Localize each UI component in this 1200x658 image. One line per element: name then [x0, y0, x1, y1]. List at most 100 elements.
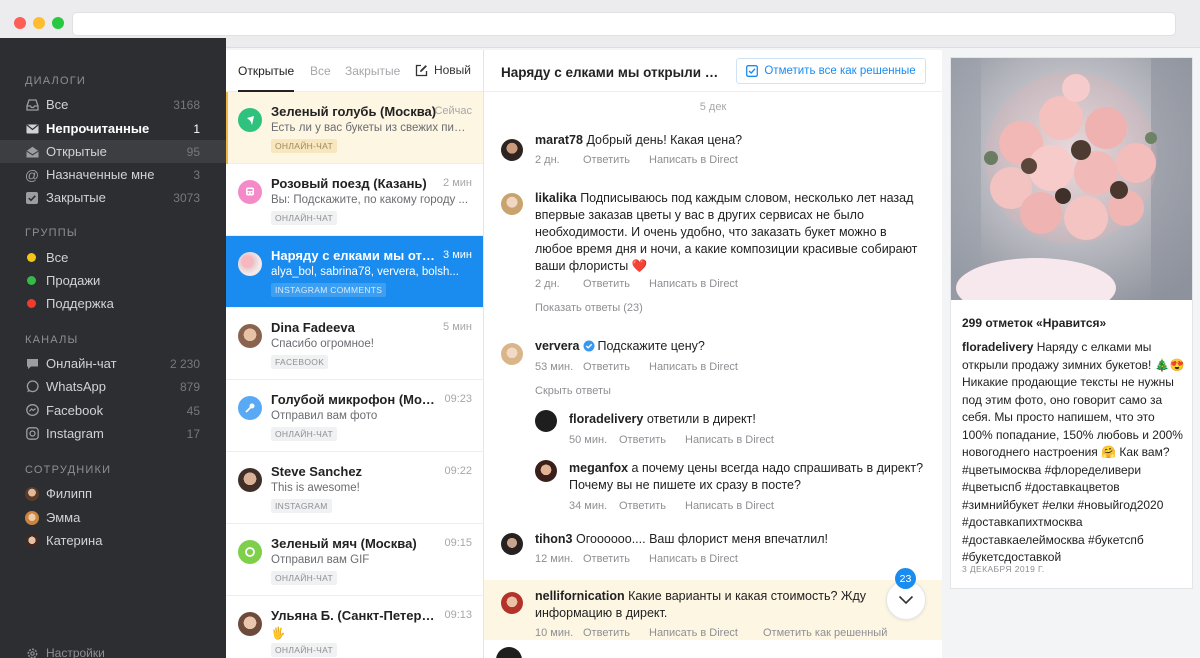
comment-username: marat78 — [535, 133, 583, 147]
sidebar-item-label: Все — [46, 97, 69, 112]
at-icon: @ — [24, 166, 40, 183]
direct-link[interactable]: Написать в Direct — [649, 553, 738, 565]
verified-badge-icon — [583, 340, 594, 352]
direct-link[interactable]: Написать в Direct — [649, 361, 738, 373]
sidebar-item-unread[interactable]: Непрочитанные 1 — [0, 117, 226, 140]
avatar — [238, 612, 262, 636]
conversation-preview: 🖐 — [271, 628, 286, 640]
conversation-item[interactable]: Голубой микрофон (Москва) 09:23 Отправил… — [226, 380, 483, 452]
conversation-item[interactable]: Розовый поезд (Казань) 2 мин Вы: Подскаж… — [226, 164, 483, 236]
comment: ververa Подскажите цену? 53 мин. Ответить… — [484, 338, 942, 408]
hide-replies-link[interactable]: Скрыть ответы — [535, 385, 611, 397]
comment: marat78 Добрый день! Какая цена? 2 дн. О… — [484, 130, 942, 175]
mark-all-resolved-button[interactable]: Отметить все как решенные — [736, 58, 926, 84]
gear-icon — [25, 646, 39, 658]
sidebar-item-closed[interactable]: Закрытые 3073 — [0, 186, 226, 209]
conversation-preview: Отправил вам фото — [271, 410, 378, 422]
sidebar-item-count: 17 — [186, 426, 200, 441]
close-window-button[interactable] — [14, 17, 26, 29]
group-color-dot — [27, 253, 36, 262]
sidebar-item-label: Instagram — [46, 426, 104, 441]
conversation-item[interactable]: Dina Fadeeva 5 мин Спасибо огромное! FAC… — [226, 308, 483, 380]
chat-widget-avatar — [238, 108, 262, 132]
new-conversation-button[interactable]: Новый — [415, 63, 471, 77]
sidebar-item-open[interactable]: Открытые 95 — [0, 140, 226, 163]
tab-open[interactable]: Открытые — [238, 64, 294, 78]
show-replies-link[interactable]: Показать ответы (23) — [535, 302, 643, 314]
reply-link[interactable]: Ответить — [583, 553, 649, 565]
comment: tihon3 Огоооооо.... Ваш флорист меня впе… — [484, 530, 942, 570]
date-separator: 5 дек — [699, 101, 727, 113]
mark-resolved-link[interactable]: Отметить как решенный — [763, 627, 887, 639]
avatar — [501, 193, 523, 215]
sidebar-group-support[interactable]: Поддержка — [0, 292, 226, 315]
direct-link[interactable]: Написать в Direct — [649, 154, 738, 166]
direct-link[interactable]: Написать в Direct — [685, 434, 774, 446]
sidebar-group-all[interactable]: Все — [0, 246, 226, 269]
comment-reply: floradelivery ответили в директ! 50 мин.… — [484, 410, 942, 450]
minimize-window-button[interactable] — [33, 17, 45, 29]
address-bar[interactable] — [72, 12, 1176, 36]
conversation-title: Наряду с елками мы откры... — [271, 248, 439, 263]
reply-link[interactable]: Ответить — [583, 627, 649, 639]
sidebar-channel-facebook[interactable]: Facebook 45 — [0, 399, 226, 422]
comment-time: 10 мин. — [535, 627, 574, 639]
sidebar-channel-whatsapp[interactable]: WhatsApp 879 — [0, 375, 226, 398]
conversation-item[interactable]: Steve Sanchez 09:22 This is awesome! INS… — [226, 452, 483, 524]
post-date: 3 ДЕКАБРЯ 2019 Г. — [962, 564, 1045, 574]
reply-link[interactable]: Ответить — [583, 361, 649, 373]
inbox-icon — [25, 98, 39, 112]
comment-body: Подписываюсь под каждым словом, нескольк… — [535, 191, 918, 273]
direct-link[interactable]: Написать в Direct — [649, 627, 763, 639]
avatar — [501, 533, 523, 555]
reply-link[interactable]: Ответить — [583, 154, 649, 166]
reply-link[interactable]: Ответить — [619, 434, 685, 446]
conversation-item[interactable]: Наряду с елками мы откры... 3 мин alya_b… — [226, 236, 483, 308]
comment-time: 34 мин. — [569, 500, 608, 512]
channel-tag: ОНЛАЙН-ЧАТ — [271, 643, 337, 657]
tab-all[interactable]: Все — [310, 64, 331, 78]
channel-tag: FACEBOOK — [271, 355, 329, 369]
comment-unresolved: nellifornication Какие варианты и какая … — [484, 580, 942, 640]
settings-link[interactable]: Настройки — [25, 646, 105, 658]
comment-actions: 12 мин. Ответить Написать в Direct — [535, 553, 738, 565]
chat-widget-avatar — [238, 180, 262, 204]
sidebar-item-all[interactable]: Все 3168 — [0, 93, 226, 116]
sidebar-staff-katerina[interactable]: Катерина — [0, 529, 226, 552]
comment-username: meganfox — [569, 461, 629, 475]
sidebar-group-sales[interactable]: Продажи — [0, 269, 226, 292]
maximize-window-button[interactable] — [52, 17, 64, 29]
post-image — [951, 58, 1192, 300]
comment-body: Подскажите цену? — [597, 339, 705, 353]
sidebar-item-label: Назначенные мне — [46, 167, 155, 182]
section-title-channels: КАНАЛЫ — [25, 334, 79, 346]
direct-link[interactable]: Написать в Direct — [685, 500, 774, 512]
avatar — [501, 139, 523, 161]
sidebar-staff-emma[interactable]: Эмма — [0, 506, 226, 529]
reply-link[interactable]: Ответить — [619, 500, 685, 512]
comment-time: 2 дн. — [535, 278, 560, 290]
direct-link[interactable]: Написать в Direct — [649, 278, 738, 290]
sidebar-item-label: Непрочитанные — [46, 121, 150, 136]
sidebar-item-label: Продажи — [46, 273, 101, 288]
sidebar-item-assigned[interactable]: @ Назначенные мне 3 — [0, 163, 226, 186]
conversation-item[interactable]: Ульяна Б. (Санкт-Петербург) 09:13 🖐 ОНЛА… — [226, 596, 483, 658]
messenger-icon — [25, 404, 39, 418]
app-window: ДИАЛОГИ Все 3168 Непрочитанные 1 Открыты… — [0, 0, 1200, 658]
section-title-groups: ГРУППЫ — [25, 227, 78, 239]
conversation-time: 09:23 — [444, 393, 472, 405]
comment-actions: 2 дн. Ответить Написать в Direct — [535, 154, 738, 166]
comment-time: 2 дн. — [535, 154, 560, 166]
sidebar-item-label: Онлайн-чат — [46, 356, 117, 371]
reply-link[interactable]: Ответить — [583, 278, 649, 290]
sidebar-staff-philipp[interactable]: Филипп — [0, 482, 226, 505]
sidebar-channel-online-chat[interactable]: Онлайн-чат 2 230 — [0, 352, 226, 375]
conversation-item[interactable]: Зеленый мяч (Москва) 09:15 Отправил вам … — [226, 524, 483, 596]
tab-closed[interactable]: Закрытые — [345, 64, 400, 78]
comment-actions: 50 мин. Ответить Написать в Direct — [569, 434, 774, 446]
conversation-time: 5 мин — [443, 321, 472, 333]
conversation-item[interactable]: Зеленый голубь (Москва) Сейчас Есть ли у… — [226, 92, 483, 164]
chat-header: Наряду с елками мы открыли пр... Отметит… — [484, 50, 942, 92]
sidebar-channel-instagram[interactable]: Instagram 17 — [0, 422, 226, 445]
whatsapp-icon — [25, 380, 39, 394]
